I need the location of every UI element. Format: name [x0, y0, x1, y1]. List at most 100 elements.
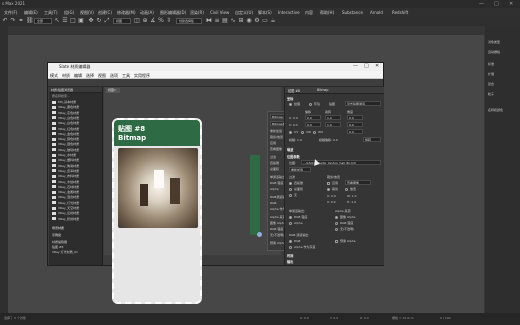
single-rgb-radio[interactable]	[289, 216, 292, 219]
browser-item[interactable]: VRay_天空材质	[52, 206, 100, 211]
u-angle-field[interactable]: 0.0	[347, 115, 363, 120]
browser-item[interactable]: VRay_折射材质	[52, 217, 100, 222]
v-tiling-field[interactable]: 1.0	[325, 122, 341, 127]
undo-icon[interactable]: ↶	[2, 18, 8, 24]
nav-item[interactable]: RGB 强度	[270, 181, 283, 185]
cmd-particles[interactable]: 粒子	[488, 92, 494, 96]
v-angle-field[interactable]: 0.0	[347, 122, 363, 127]
menu-interactive[interactable]: Interactive	[278, 10, 300, 15]
crop-radio[interactable]	[327, 188, 330, 191]
link-icon[interactable]: ⚭	[18, 18, 24, 24]
coords-rollout[interactable]: 坐标	[287, 96, 293, 101]
snap-icon[interactable]: ⊕	[142, 18, 148, 24]
browser-section-sample[interactable]: 示例窗	[52, 233, 100, 238]
single-alpha-radio[interactable]	[289, 222, 292, 225]
material-editor-icon[interactable]: ◉	[246, 18, 252, 24]
cmd-compound[interactable]: 复合	[488, 82, 494, 86]
percent-snap-icon[interactable]: %	[158, 18, 164, 24]
nav-item[interactable]: Alpha	[270, 187, 279, 191]
filter-none-radio[interactable]	[289, 194, 292, 197]
browser-item[interactable]: VRay_木纹材质	[52, 180, 100, 185]
blur-offset-field[interactable]: 模糊偏移: 0.0	[319, 138, 338, 142]
browser-item[interactable]: VRay_石材材质	[52, 185, 100, 190]
rect-select-icon[interactable]: □	[70, 18, 76, 24]
browser-item[interactable]: VRay_白色材质	[52, 121, 100, 126]
browser-item[interactable]: VRay_金属材质	[52, 190, 100, 195]
filter-summed-radio[interactable]	[289, 188, 292, 191]
menu-group[interactable]: 组(G)	[64, 10, 74, 16]
x-coord[interactable]: X: 0.0	[300, 316, 309, 320]
z-coord[interactable]: Z: 0.0	[360, 316, 369, 320]
angle-snap-icon[interactable]: ∡	[150, 18, 156, 24]
editor-maximize-button[interactable]: □	[364, 63, 369, 69]
menu-graph-editors[interactable]: 图形编辑器(D)	[160, 10, 186, 16]
browser-item[interactable]: VRay_金色材质	[52, 132, 100, 137]
menu-create[interactable]: 创建(C)	[98, 10, 112, 16]
environ-radio[interactable]	[309, 103, 312, 106]
unlink-icon[interactable]: ⛓	[26, 18, 34, 24]
browser-item[interactable]: Mtl_基本材质	[52, 100, 100, 105]
browser-item[interactable]: VRay_塑料材质	[52, 158, 100, 163]
cmd-autogrid[interactable]: 自动栅格	[488, 50, 500, 54]
scale-icon[interactable]: ⤢	[104, 18, 110, 24]
premult-checkbox[interactable]	[335, 240, 338, 243]
alpha-image-radio[interactable]	[335, 216, 338, 219]
menu-scripting[interactable]: 脚本(S)	[258, 10, 272, 16]
vw-radio[interactable]	[301, 131, 304, 134]
rotate-button[interactable]: 旋转	[363, 137, 381, 142]
place-radio[interactable]	[345, 188, 348, 191]
u-tiling-field[interactable]: 1.0	[325, 115, 341, 120]
browser-item[interactable]: VRay_灯光材质	[52, 201, 100, 206]
alpha-gray-radio[interactable]	[289, 246, 292, 249]
y-coord[interactable]: Y: 0.0	[330, 316, 338, 320]
cmd-extended[interactable]: 扩展	[488, 72, 494, 76]
filter-pyramidal-radio[interactable]	[289, 182, 292, 185]
menu-help[interactable]: 帮助(H)	[320, 10, 334, 16]
nav-item[interactable]: 查看图像	[270, 147, 282, 151]
nav-item[interactable]: 重新加载	[270, 129, 282, 133]
browser-item[interactable]: VRay_银色材质	[52, 142, 100, 147]
browser-item[interactable]: VRay_皮革材质	[52, 169, 100, 174]
browser-item[interactable]: VRay_陶瓷材质	[52, 164, 100, 169]
menu-views[interactable]: 视图(V)	[80, 10, 94, 16]
rotate-icon[interactable]: ↻	[96, 18, 102, 24]
browser-item[interactable]: VRay_反射材质	[52, 211, 100, 216]
nav-item[interactable]: 四棱锥	[270, 161, 279, 165]
menu-civil-view[interactable]: Civil View	[210, 10, 229, 15]
v-offset-field[interactable]: 0.0	[305, 122, 321, 127]
menu-animation[interactable]: 动画(A)	[140, 10, 154, 16]
texture-radio[interactable]	[289, 103, 292, 106]
wu-radio[interactable]	[313, 131, 316, 134]
editor-minimize-button[interactable]: —	[353, 63, 358, 69]
u-offset-field[interactable]: 0.0	[305, 115, 321, 120]
close-button[interactable]: ✕	[509, 1, 513, 7]
browser-scene-item[interactable]: 材质编辑器	[52, 240, 100, 245]
menu-content[interactable]: 内容	[305, 10, 313, 16]
browser-scene-item[interactable]: 贴图 #8	[52, 245, 100, 250]
menu-edit[interactable]: 编辑(E)	[24, 10, 38, 16]
menu-modifiers[interactable]: 修改器(M)	[117, 10, 136, 16]
browser-item[interactable]: VRay_红色材质	[52, 127, 100, 132]
time-rollout[interactable]: 时间	[287, 253, 293, 258]
browser-search[interactable]: 按名称搜索...	[52, 94, 100, 99]
select-by-name-icon[interactable]: ☰	[62, 18, 68, 24]
node-output-socket[interactable]	[250, 155, 260, 235]
view-tab[interactable]: 视图1	[106, 88, 120, 93]
cmd-object-type[interactable]: 对象类型	[488, 40, 500, 44]
browser-item[interactable]: VRay_玻璃材质	[52, 148, 100, 153]
rgb-radio[interactable]	[289, 240, 292, 243]
noise-rollout[interactable]: 噪波	[287, 147, 293, 152]
select-icon[interactable]: ↖	[54, 18, 60, 24]
nav-item[interactable]: 无(不透明)	[270, 233, 284, 237]
reference-coordinate-dropdown[interactable]: 视图	[113, 18, 131, 24]
browser-item[interactable]: VRay_布料材质	[52, 174, 100, 179]
browser-item[interactable]: VRay_灰色材质	[52, 111, 100, 116]
cmd-standard[interactable]: 标准	[488, 62, 494, 66]
browser-scene-item[interactable]: VRay 灯光材质_01	[52, 250, 100, 255]
output-rollout[interactable]: 输出	[287, 259, 293, 264]
nav-item[interactable]: 裁剪/放置	[270, 135, 283, 139]
mapping-dropdown[interactable]: 显式贴图通道	[345, 101, 381, 106]
curve-editor-icon[interactable]: ∿	[230, 18, 236, 24]
browser-item[interactable]: VRay_水材质	[52, 153, 100, 158]
layer-icon[interactable]: ▤	[222, 18, 228, 24]
